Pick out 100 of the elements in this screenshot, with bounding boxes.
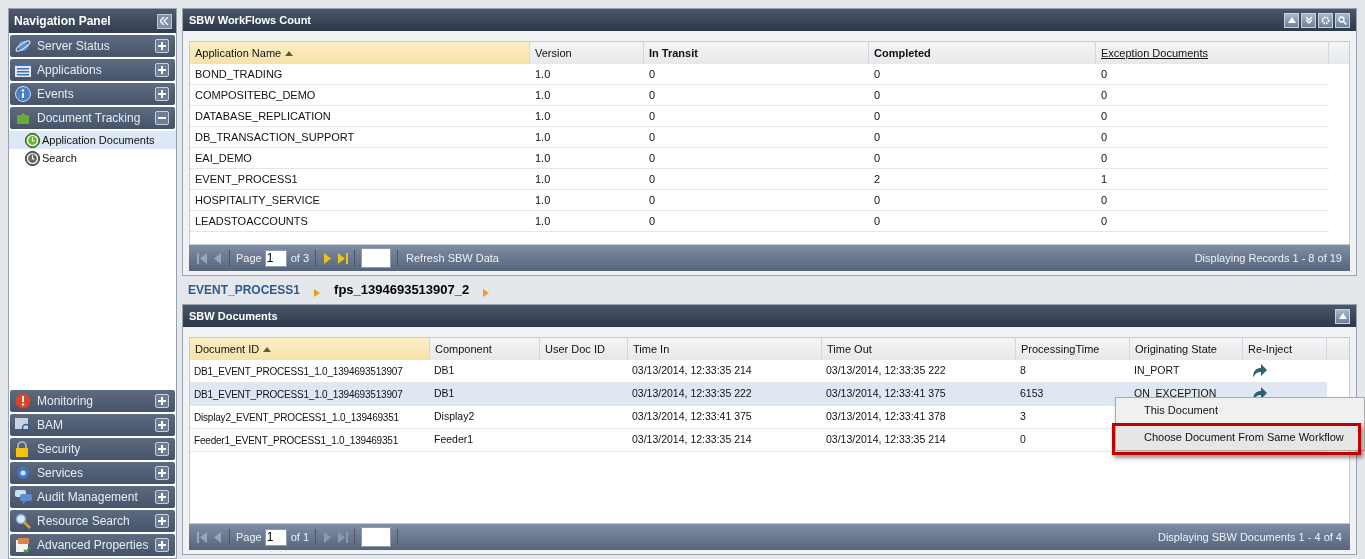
expand-icon[interactable] [155,87,169,101]
table-cell-text: 0 [1019,432,1027,448]
padlock-icon [15,441,29,457]
expand-icon[interactable] [155,394,169,408]
table-cell-text: 03/13/2014, 12:33:35 222 [631,386,753,402]
expand-icon[interactable] [155,514,169,528]
table-cell-text: 8 [1019,363,1027,379]
tree-item[interactable]: Application Documents [9,131,176,149]
next-page-icon[interactable] [322,252,333,264]
nav-section-header[interactable]: Document Tracking [10,107,175,129]
table-cell-text: 6153 [1019,386,1045,402]
expand-icon[interactable] [155,39,169,53]
expand-icon[interactable] [155,538,169,552]
column-header [1327,338,1349,360]
collapse-panel-button[interactable] [157,13,172,29]
table-cell-text: 0 [648,192,657,208]
panel-title: SBW WorkFlows Count [189,12,311,28]
page-size-field[interactable] [361,248,392,268]
nav-section-header[interactable]: Monitoring [10,390,175,412]
table-cell-text: 03/13/2014, 12:33:41 375 [631,409,753,425]
page-number-field[interactable]: 1 [264,528,287,546]
panel-title: Navigation Panel [14,13,111,30]
nav-section-header[interactable]: Resource Search [10,510,175,532]
menu-item[interactable]: Choose Document From Same Workflow [1116,424,1364,450]
table-cell-text: 0 [648,150,657,166]
tree-item[interactable]: Search [9,149,176,167]
nav-section-header[interactable]: Server Status [10,35,175,57]
expand-icon[interactable] [155,466,169,480]
table-cell-text: 03/13/2014, 12:33:35 214 [631,363,753,379]
column-header[interactable]: User Doc ID [540,338,628,360]
table-cell-text: 0 [648,87,657,103]
column-header[interactable]: Time In [628,338,822,360]
table-cell-text: 1.0 [534,87,552,103]
table-cell-text: 0 [648,213,657,229]
column-header[interactable]: In Transit [644,42,869,64]
refresh-button[interactable]: Refresh SBW Data [406,249,499,267]
column-header[interactable]: Document ID [190,338,430,360]
nav-section-header[interactable]: BAM [10,414,175,436]
breadcrumb-link[interactable]: EVENT_PROCESS1 [188,281,301,299]
nav-section-header[interactable]: Services [10,462,175,484]
table-cell-text: LEADSTOACCOUNTS [194,213,309,229]
table-cell-text: 0 [873,108,882,124]
nav-section-header[interactable]: Advanced Properties [10,534,175,556]
collapse-icon[interactable] [155,111,169,125]
table-cell-text: 2 [873,171,882,187]
search-icon[interactable] [1335,12,1350,28]
column-header[interactable]: ProcessingTime [1016,338,1130,360]
last-page-icon[interactable] [338,252,349,264]
table-cell-text: 0 [648,129,657,145]
table-cell-text: EAI_DEMO [194,150,253,166]
list-icon [15,63,31,77]
table-cell-text: Display2 [433,409,476,425]
table-cell-text: IN_PORT [1133,363,1181,379]
pager-label: Page [236,250,262,266]
column-header[interactable]: Re-Inject [1243,338,1327,360]
pager-summary: Displaying Records 1 - 8 of 19 [1194,250,1342,266]
collapse-icon[interactable] [1284,12,1299,28]
expand-icon[interactable] [155,63,169,77]
reinject-icon[interactable] [1251,364,1267,378]
nav-section-header[interactable]: Audit Management [10,486,175,508]
page-number-field[interactable]: 1 [264,249,287,267]
table-cell-text: 1.0 [534,192,552,208]
pager-label: of 3 [290,250,310,266]
speech-bubbles-icon [15,490,32,504]
collapse-icon[interactable] [1335,308,1350,324]
column-header[interactable]: Component [430,338,540,360]
chevrons-down-icon[interactable] [1301,12,1316,28]
nav-section-header[interactable]: Applications [10,59,175,81]
table-cell-text: 0 [1100,192,1109,208]
table-cell-text: 0 [1100,87,1109,103]
chart-magnifier-icon [15,417,31,433]
column-header[interactable]: Originating State [1130,338,1243,360]
table-cell-text: DB1_EVENT_PROCESS1_1.0_1394693513907 [193,364,404,379]
table-cell-text: 3 [1019,409,1027,425]
table-cell-text: 1.0 [534,171,552,187]
settings-icon[interactable] [1318,12,1333,28]
menu-item[interactable]: This Document [1116,398,1364,424]
table-row[interactable]: DB1_EVENT_PROCESS1_1.0_1394693513907 DB1 03/13/2014, 12:33:35 222 03/13/2014, 12:33:41 375 6153 ON_EXCEPTION [190,383,1327,406]
expand-icon[interactable] [155,442,169,456]
column-header[interactable]: Completed [869,42,1096,64]
search-icon [15,513,31,529]
table-cell-text: 1.0 [534,213,552,229]
column-header[interactable]: Time Out [822,338,1016,360]
nav-section-header[interactable]: Security [10,438,175,460]
double-chevron-icon [160,17,169,25]
page-size-field[interactable] [361,527,392,547]
table-cell-text: 0 [648,171,657,187]
table-cell-text: 0 [873,192,882,208]
expand-icon[interactable] [155,490,169,504]
table-cell-text: DB_TRANSACTION_SUPPORT [194,129,356,145]
sort-arrow-icon [263,346,272,352]
column-header[interactable]: Application Name [190,42,530,64]
column-header[interactable]: Exception Documents [1096,42,1329,64]
nav-section-header[interactable]: Events [10,83,175,105]
table-cell-text: HOSPITALITY_SERVICE [194,192,321,208]
expand-icon[interactable] [155,418,169,432]
column-header[interactable]: Version [530,42,644,64]
column-header [1329,42,1349,64]
table-cell-text: 0 [873,213,882,229]
table-cell-text: 0 [1100,108,1109,124]
